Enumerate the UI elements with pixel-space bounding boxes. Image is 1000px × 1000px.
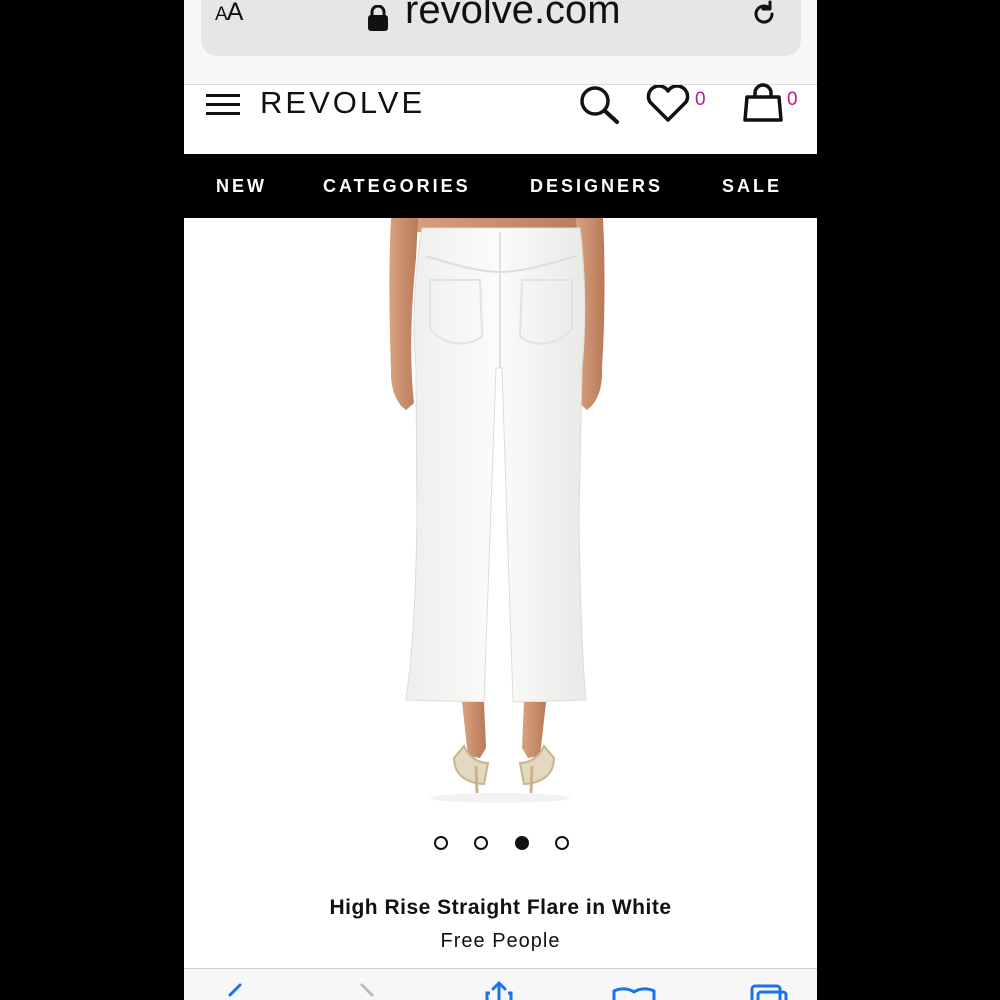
product-title: High Rise Straight Flare in White [329, 896, 672, 919]
product-image[interactable] [184, 218, 817, 818]
text-size-button[interactable]: AA [215, 0, 243, 27]
browser-bottom-toolbar [184, 968, 817, 1000]
nav-item-new[interactable]: NEW [216, 176, 267, 197]
site-header: REVOLVE 0 0 [184, 82, 817, 154]
browser-top-bar: AA revolve.com [184, 0, 817, 85]
carousel-dot-1[interactable] [434, 836, 448, 850]
site-logo[interactable]: REVOLVE [260, 85, 425, 121]
product-brand[interactable]: Free People [184, 930, 817, 953]
back-icon[interactable] [224, 983, 248, 1000]
reload-icon[interactable] [750, 0, 778, 28]
carousel-dot-4[interactable] [555, 836, 569, 850]
hamburger-icon[interactable] [206, 94, 242, 116]
search-icon[interactable] [578, 85, 622, 125]
bag-icon[interactable] [741, 82, 785, 124]
lock-icon [368, 5, 388, 31]
phone-screen: AA revolve.com REVOLVE 0 0 NEW CATEGORIE… [184, 0, 817, 1000]
bag-count: 0 [787, 89, 798, 110]
tabs-icon[interactable] [744, 984, 788, 1000]
heart-icon[interactable] [645, 85, 691, 123]
image-carousel-dots [184, 836, 817, 852]
nav-item-sale[interactable]: SALE [722, 176, 782, 197]
category-nav: NEW CATEGORIES DESIGNERS SALE [184, 154, 817, 218]
url-text[interactable]: revolve.com [405, 0, 621, 33]
nav-item-categories[interactable]: CATEGORIES [323, 176, 471, 197]
carousel-dot-3[interactable] [515, 836, 529, 850]
bookmarks-icon[interactable] [612, 986, 656, 1000]
nav-item-designers[interactable]: DESIGNERS [530, 176, 663, 197]
forward-icon[interactable] [356, 983, 380, 1000]
carousel-dot-2[interactable] [474, 836, 488, 850]
wishlist-count: 0 [695, 89, 706, 110]
share-icon[interactable] [484, 981, 514, 1000]
